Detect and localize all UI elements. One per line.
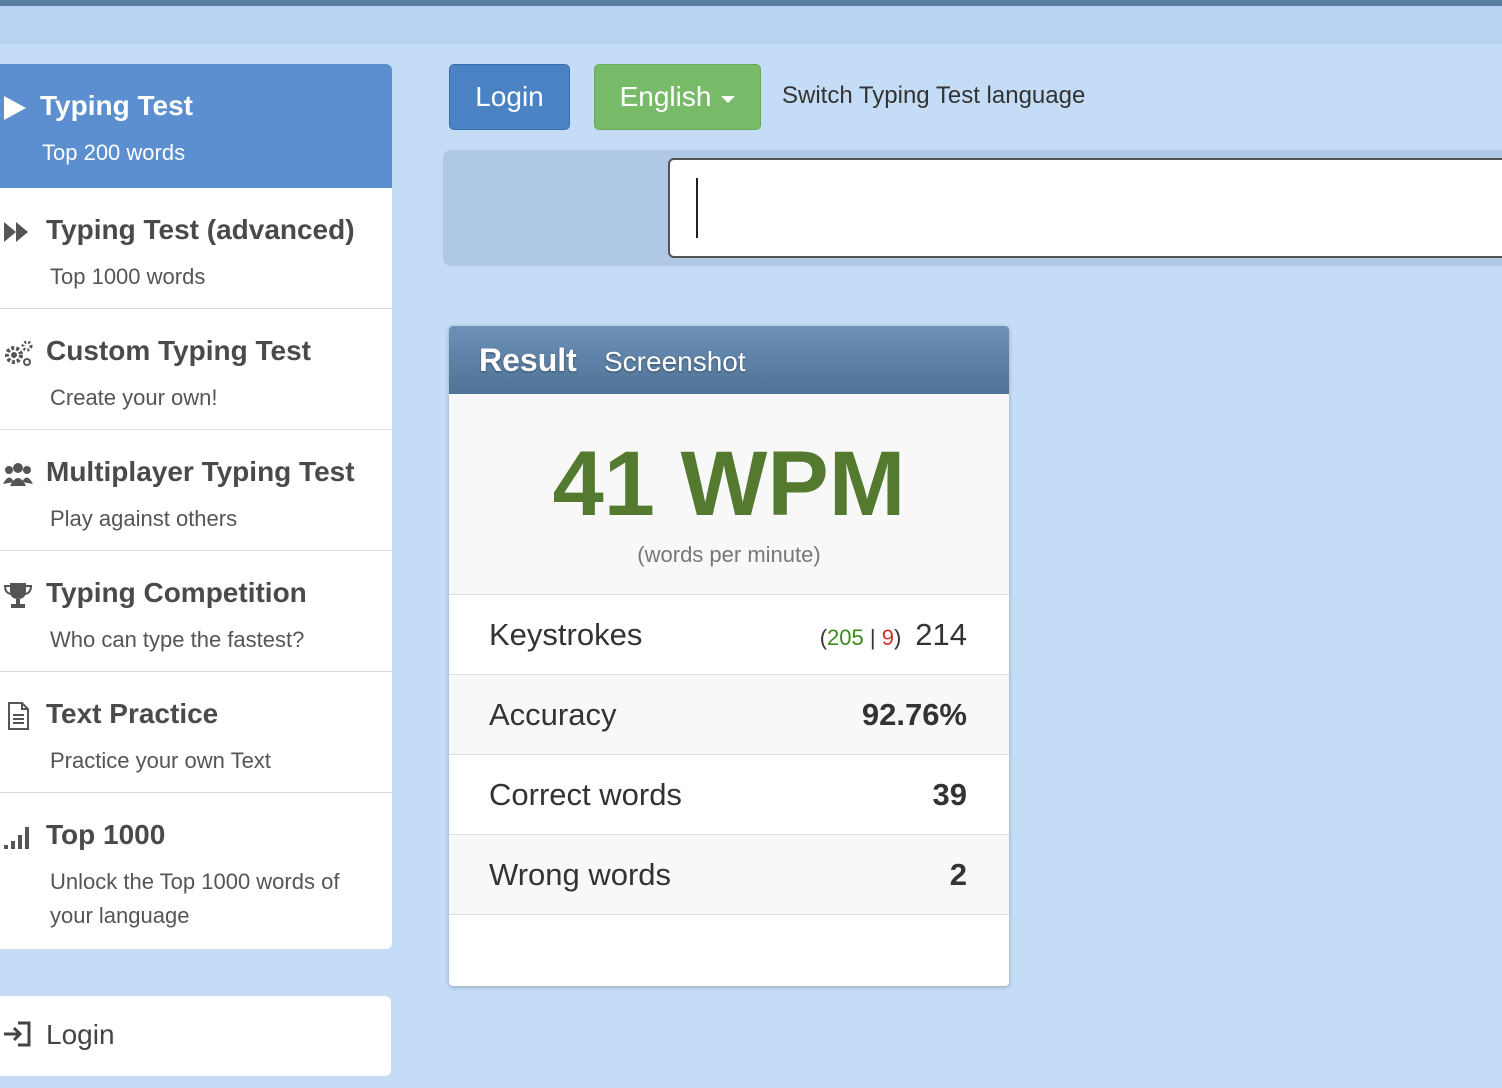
sidebar-item-title: Typing Competition [46,577,307,608]
sidebar-item-typing-test[interactable]: Typing Test Top 200 words [0,64,392,188]
result-card: Result Screenshot 41 WPM (words per minu… [449,326,1009,986]
language-dropdown-label: English [619,81,712,112]
keystrokes-value: (205 | 9) 214 [820,617,967,653]
sidebar-login-label: Login [46,1019,115,1050]
login-button-label: Login [475,81,544,112]
correct-words-value: 39 [932,777,967,812]
sidebar-login[interactable]: Login [0,996,391,1076]
text-cursor [696,178,698,238]
sidebar-item-top-1000[interactable]: Top 1000 Unlock the Top 1000 words of yo… [0,793,392,949]
sidebar-item-subtitle: Create your own! [50,385,218,410]
keystrokes-label: Keystrokes [489,617,643,652]
play-icon [2,92,34,124]
trophy-icon [2,579,34,611]
accuracy-value: 92.76% [861,697,967,732]
keystrokes-wrong: 9 [881,625,894,650]
sidebar-item-text-practice[interactable]: Text Practice Practice your own Text [0,672,392,793]
sidebar-item-typing-test-advanced[interactable]: Typing Test (advanced) Top 1000 words [0,188,392,309]
sidebar-item-title: Typing Test (advanced) [46,214,355,245]
login-icon [2,1018,34,1050]
top-band [0,6,1502,44]
document-icon [2,700,34,732]
result-title: Result [479,342,577,378]
wpm-box: 41 WPM (words per minute) [449,394,1009,595]
sidebar-item-title: Typing Test [40,90,193,121]
gears-icon [2,337,34,369]
sidebar-item-multiplayer[interactable]: Multiplayer Typing Test Play against oth… [0,430,392,551]
keystrokes-row: Keystrokes (205 | 9) 214 [449,595,1009,675]
sidebar-item-title: Top 1000 [46,819,166,850]
screenshot-link[interactable]: Screenshot [604,346,746,378]
sidebar-item-subtitle: Practice your own Text [50,748,271,773]
sidebar-item-subtitle: Who can type the fastest? [50,627,305,652]
login-button[interactable]: Login [449,64,570,130]
correct-words-row: Correct words 39 [449,755,1009,835]
keystrokes-correct: 205 [827,625,864,650]
caret-down-icon [721,95,736,103]
sidebar-item-subtitle: Unlock the Top 1000 words of your langua… [50,869,340,928]
wpm-value: 41 WPM [552,433,906,535]
signal-bars-icon [2,821,34,853]
switch-language-label: Switch Typing Test language [782,82,1086,109]
correct-words-label: Correct words [489,777,682,812]
sidebar-item-title: Text Practice [46,698,219,729]
sidebar: Typing Test Top 200 words Typing Test (a… [0,64,392,949]
wrong-words-row: Wrong words 2 [449,835,1009,915]
sidebar-item-subtitle: Top 1000 words [50,264,206,289]
result-header: Result Screenshot [449,326,1009,394]
wrong-words-value: 2 [949,857,967,892]
wrong-words-label: Wrong words [489,857,672,892]
sidebar-item-title: Custom Typing Test [46,335,311,366]
accuracy-label: Accuracy [489,697,617,732]
keystrokes-detail: (205 | 9) [819,625,902,650]
fast-forward-icon [2,216,34,248]
sidebar-item-custom-typing-test[interactable]: Custom Typing Test Create your own! [0,309,392,430]
wpm-subtitle: (words per minute) [637,542,821,567]
sidebar-item-subtitle: Play against others [50,506,238,531]
users-icon [2,458,34,490]
language-dropdown[interactable]: English [594,64,761,130]
sidebar-item-typing-competition[interactable]: Typing Competition Who can type the fast… [0,551,392,672]
typing-input[interactable] [668,158,1502,258]
sidebar-item-subtitle: Top 200 words [42,140,186,165]
keystrokes-total: 214 [915,617,967,652]
accuracy-row: Accuracy 92.76% [449,675,1009,755]
sidebar-item-title: Multiplayer Typing Test [46,456,355,487]
